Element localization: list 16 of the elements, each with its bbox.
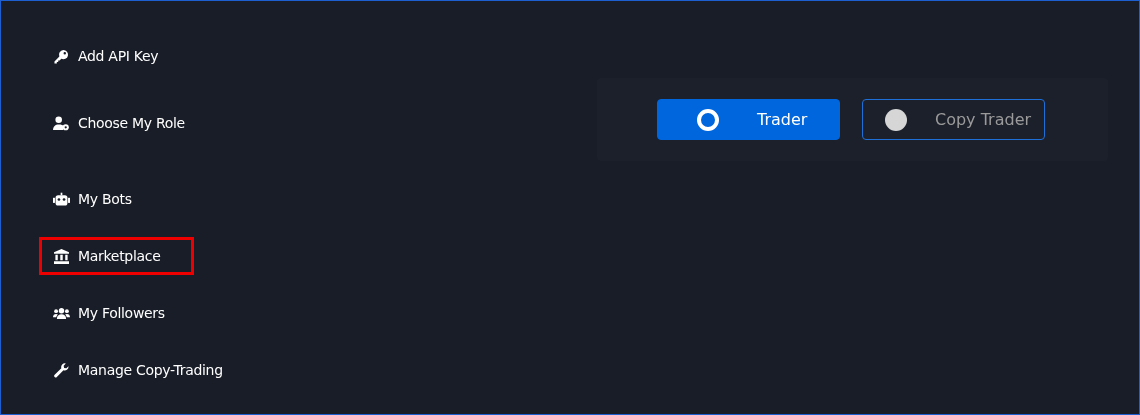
sidebar-item[interactable]: Choose My Role xyxy=(39,104,218,142)
bank-icon xyxy=(53,248,70,264)
role-option-button[interactable]: Copy Trader xyxy=(862,99,1045,140)
radio-icon xyxy=(697,108,719,131)
sidebar-item[interactable]: Manage Copy-Trading xyxy=(39,351,256,389)
sidebar-item[interactable]: My Followers xyxy=(39,294,198,332)
sidebar-item[interactable]: Marketplace xyxy=(39,237,194,275)
robot-icon xyxy=(53,191,70,207)
role-option-button[interactable]: Trader xyxy=(657,99,840,140)
sidebar-item[interactable]: Add API Key xyxy=(39,37,192,75)
key-icon xyxy=(53,48,70,64)
radio-icon xyxy=(885,108,907,131)
sidebar-item[interactable]: My Bots xyxy=(39,180,165,218)
users-icon xyxy=(53,305,70,321)
wrench-icon xyxy=(53,362,70,378)
user-gear-icon xyxy=(53,115,70,131)
